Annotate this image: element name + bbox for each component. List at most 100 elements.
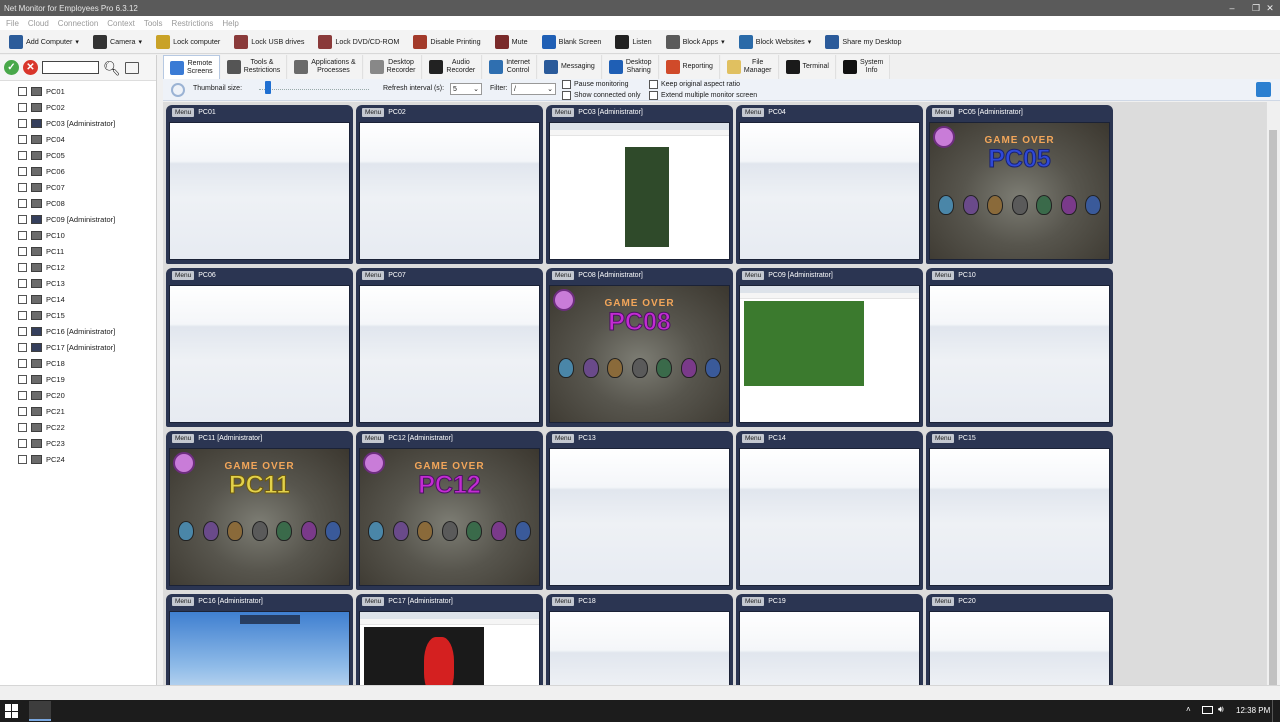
show-desktop-button[interactable] bbox=[1272, 700, 1280, 722]
check-all-icon[interactable]: ✓ bbox=[4, 60, 19, 75]
sidebar-item[interactable]: PC11 bbox=[0, 243, 156, 259]
tray-chevron-icon[interactable]: ˄ bbox=[1186, 705, 1191, 714]
tile-menu-button[interactable]: Menu bbox=[932, 108, 955, 117]
keep-aspect-checkbox[interactable] bbox=[649, 80, 658, 89]
screen-tile-pc16[interactable]: Menu PC16 [Administrator] bbox=[166, 594, 353, 685]
sidebar-item[interactable]: PC10 bbox=[0, 227, 156, 243]
screen-thumbnail[interactable] bbox=[929, 285, 1110, 423]
sidebar-item[interactable]: PC01 bbox=[0, 83, 156, 99]
fullscreen-icon[interactable] bbox=[1256, 82, 1271, 97]
screen-thumbnail[interactable] bbox=[549, 448, 730, 586]
computer-checkbox[interactable] bbox=[18, 294, 27, 304]
keep-aspect-option[interactable]: Keep original aspect ratio bbox=[649, 80, 740, 89]
sidebar-item[interactable]: PC13 bbox=[0, 275, 156, 291]
tab-desktop-recorder[interactable]: Desktop Recorder bbox=[363, 55, 423, 79]
tile-menu-button[interactable]: Menu bbox=[362, 108, 385, 117]
minimize-button[interactable]: – bbox=[1220, 0, 1244, 16]
screen-tile-pc18[interactable]: Menu PC18 bbox=[546, 594, 733, 685]
tile-menu-button[interactable]: Menu bbox=[742, 434, 765, 443]
computer-checkbox[interactable] bbox=[18, 134, 27, 144]
tile-menu-button[interactable]: Menu bbox=[742, 271, 765, 280]
screen-tile-pc17[interactable]: Menu PC17 [Administrator] bbox=[356, 594, 543, 685]
tile-menu-button[interactable]: Menu bbox=[362, 271, 385, 280]
show-connected-checkbox[interactable] bbox=[562, 91, 571, 100]
refresh-interval-select[interactable]: 5 ⌄ bbox=[450, 83, 482, 95]
computer-checkbox[interactable] bbox=[18, 278, 27, 288]
tile-menu-button[interactable]: Menu bbox=[932, 597, 955, 606]
sidebar-item[interactable]: PC21 bbox=[0, 403, 156, 419]
tile-menu-button[interactable]: Menu bbox=[742, 597, 765, 606]
computer-checkbox[interactable] bbox=[18, 246, 27, 256]
computer-checkbox[interactable] bbox=[18, 310, 27, 320]
clock-time[interactable]: 12:38 PM bbox=[1236, 706, 1270, 715]
extend-monitor-option[interactable]: Extend multiple monitor screen bbox=[649, 91, 757, 100]
tile-menu-button[interactable]: Menu bbox=[552, 434, 575, 443]
tab-audio-recorder[interactable]: Audio Recorder bbox=[423, 55, 483, 79]
computer-checkbox[interactable] bbox=[18, 454, 27, 464]
pause-monitoring-option[interactable]: Pause monitoring bbox=[562, 80, 628, 89]
screen-thumbnail[interactable] bbox=[739, 448, 920, 586]
refresh-view-icon[interactable] bbox=[171, 83, 185, 97]
screen-thumbnail[interactable] bbox=[929, 611, 1110, 685]
sidebar-item[interactable]: PC08 bbox=[0, 195, 156, 211]
lock-computer-button[interactable]: Lock computer bbox=[153, 32, 223, 52]
computer-checkbox[interactable] bbox=[18, 118, 27, 128]
tile-menu-button[interactable]: Menu bbox=[172, 108, 195, 117]
computer-checkbox[interactable] bbox=[18, 358, 27, 368]
screen-thumbnail[interactable]: GAME OVER PC12 bbox=[359, 448, 540, 586]
sidebar-item[interactable]: PC22 bbox=[0, 419, 156, 435]
start-icon[interactable] bbox=[5, 704, 19, 718]
screen-thumbnail[interactable] bbox=[359, 122, 540, 260]
edit-list-icon[interactable] bbox=[124, 61, 139, 74]
tab-internet-control[interactable]: Internet Control bbox=[483, 55, 537, 79]
sidebar-item[interactable]: PC05 bbox=[0, 147, 156, 163]
tile-menu-button[interactable]: Menu bbox=[172, 434, 195, 443]
sidebar-item[interactable]: PC03 [Administrator] bbox=[0, 115, 156, 131]
computer-checkbox[interactable] bbox=[18, 326, 27, 336]
menu-connection[interactable]: Connection bbox=[58, 19, 98, 28]
computer-search-input[interactable] bbox=[42, 61, 99, 74]
screen-thumbnail[interactable] bbox=[739, 122, 920, 260]
computer-checkbox[interactable] bbox=[18, 86, 27, 96]
screen-tile-pc08[interactable]: Menu PC08 [Administrator] GAME OVER PC08 bbox=[546, 268, 733, 427]
screen-thumbnail[interactable] bbox=[929, 448, 1110, 586]
tile-menu-button[interactable]: Menu bbox=[932, 434, 955, 443]
screen-thumbnail[interactable]: GAME OVER PC11 bbox=[169, 448, 350, 586]
sidebar-item[interactable]: PC19 bbox=[0, 371, 156, 387]
tab-messaging[interactable]: Messaging bbox=[537, 55, 602, 79]
tile-menu-button[interactable]: Menu bbox=[172, 597, 195, 606]
computer-checkbox[interactable] bbox=[18, 102, 27, 112]
show-connected-option[interactable]: Show connected only bbox=[562, 91, 641, 100]
screen-tile-pc06[interactable]: Menu PC06 bbox=[166, 268, 353, 427]
menu-help[interactable]: Help bbox=[222, 19, 238, 28]
computer-checkbox[interactable] bbox=[18, 438, 27, 448]
sidebar-item[interactable]: PC16 [Administrator] bbox=[0, 323, 156, 339]
tile-menu-button[interactable]: Menu bbox=[742, 108, 765, 117]
tile-menu-button[interactable]: Menu bbox=[932, 271, 955, 280]
network-icon[interactable] bbox=[1202, 706, 1213, 714]
screen-thumbnail[interactable] bbox=[169, 285, 350, 423]
sidebar-item[interactable]: PC14 bbox=[0, 291, 156, 307]
screen-tile-pc11[interactable]: Menu PC11 [Administrator] GAME OVER PC11 bbox=[166, 431, 353, 590]
tab-tools-restrictions[interactable]: Tools & Restrictions bbox=[220, 55, 288, 79]
tile-menu-button[interactable]: Menu bbox=[362, 434, 385, 443]
tab-applications-processes[interactable]: Applications & Processes bbox=[288, 55, 363, 79]
screen-tile-pc12[interactable]: Menu PC12 [Administrator] GAME OVER PC12 bbox=[356, 431, 543, 590]
computer-checkbox[interactable] bbox=[18, 422, 27, 432]
sidebar-item[interactable]: PC02 bbox=[0, 99, 156, 115]
computer-checkbox[interactable] bbox=[18, 150, 27, 160]
screen-thumbnail[interactable] bbox=[359, 285, 540, 423]
screen-thumbnail[interactable] bbox=[739, 611, 920, 685]
tile-menu-button[interactable]: Menu bbox=[552, 108, 575, 117]
mute-button[interactable]: Mute bbox=[492, 32, 531, 52]
app-taskbar-icon[interactable] bbox=[29, 701, 51, 721]
screen-tile-pc07[interactable]: Menu PC07 bbox=[356, 268, 543, 427]
menu-cloud[interactable]: Cloud bbox=[28, 19, 49, 28]
computer-checkbox[interactable] bbox=[18, 390, 27, 400]
computer-checkbox[interactable] bbox=[18, 374, 27, 384]
block-apps-button[interactable]: Block Apps ▾ bbox=[663, 32, 728, 52]
tile-menu-button[interactable]: Menu bbox=[172, 271, 195, 280]
screen-tile-pc03[interactable]: Menu PC03 [Administrator] bbox=[546, 105, 733, 264]
add-computer-button[interactable]: Add Computer ▾ bbox=[6, 32, 82, 52]
menu-file[interactable]: File bbox=[6, 19, 19, 28]
